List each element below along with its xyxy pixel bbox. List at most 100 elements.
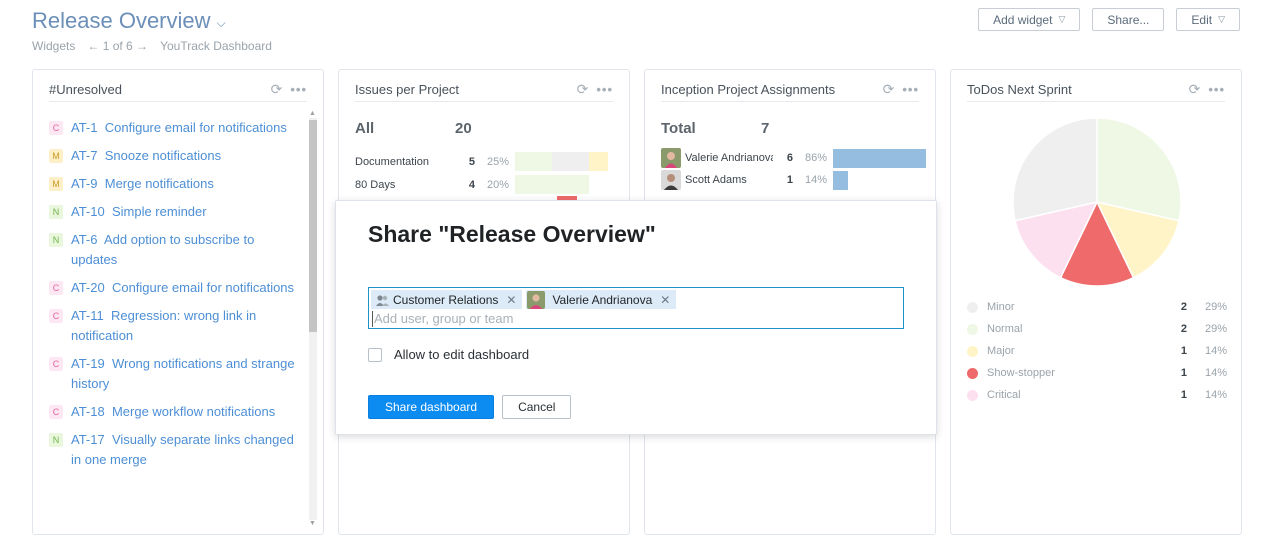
project-percent: 25% <box>486 155 509 168</box>
share-dashboard-button[interactable]: Share dashboard <box>368 395 495 419</box>
assignee-row[interactable]: Valerie Andrianova 6 86% <box>661 148 926 168</box>
legend-count: 1 <box>1180 345 1187 357</box>
issue-link[interactable]: AT-7 Snooze notifications <box>71 146 301 166</box>
assignee-row[interactable]: Scott Adams 1 14% <box>661 170 848 190</box>
chart-legend: Minor 2 29% Normal 2 29% Major 1 14% Show-stopper… <box>967 296 1227 406</box>
legend-item[interactable]: Normal 2 29% <box>967 318 1227 340</box>
issue-id: AT-6 <box>71 232 98 247</box>
share-dialog: Share "Release Overview" Customer Relati… <box>335 200 937 435</box>
issue-link[interactable]: AT-20 Configure email for notifications <box>71 278 301 298</box>
recipient-chip[interactable]: Customer Relations ✕ <box>371 290 523 309</box>
legend-item[interactable]: Major 1 14% <box>967 340 1227 362</box>
woman-avatar <box>661 148 681 168</box>
issue-link[interactable]: AT-19 Wrong notifications and strange hi… <box>71 354 301 394</box>
widget-title: #Unresolved <box>49 82 122 97</box>
assignee-bar <box>833 148 926 168</box>
legend-item[interactable]: Critical 1 14% <box>967 384 1227 406</box>
legend-percent: 14% <box>1204 345 1227 357</box>
cancel-button[interactable]: Cancel <box>502 395 572 419</box>
dashboard-title-dropdown[interactable]: Release Overview ⌵ <box>32 8 226 34</box>
allow-edit-checkbox[interactable] <box>368 347 382 362</box>
project-percent: 20% <box>486 178 509 191</box>
pie-slice-minor[interactable] <box>1012 117 1098 222</box>
toolbar: Add widget ▽ Share... Edit ▽ <box>978 8 1240 31</box>
legend-percent: 29% <box>1204 323 1227 335</box>
issue-link[interactable]: AT-11 Regression: wrong link in notifica… <box>71 306 301 346</box>
pie-chart <box>1012 117 1182 287</box>
issue-item[interactable]: N AT-10 Simple reminder <box>49 202 301 222</box>
more-icon[interactable]: ••• <box>902 82 919 97</box>
issue-id: AT-9 <box>71 176 98 191</box>
issue-item[interactable]: C AT-18 Merge workflow notifications <box>49 402 301 422</box>
chevron-down-icon: ▽ <box>1058 14 1066 24</box>
issue-item[interactable]: C AT-19 Wrong notifications and strange h… <box>49 354 301 394</box>
issue-item[interactable]: N AT-17 Visually separate links changed i… <box>49 430 301 470</box>
legend-item[interactable]: Minor 2 29% <box>967 296 1227 318</box>
refresh-icon[interactable]: ⟳ <box>883 81 895 98</box>
allow-edit-checkbox-row[interactable]: Allow to edit dashboard <box>368 347 529 362</box>
issue-link[interactable]: AT-18 Merge workflow notifications <box>71 402 301 422</box>
issue-summary: Add option to subscribe to updates <box>71 232 255 267</box>
remove-chip-icon[interactable]: ✕ <box>506 293 516 307</box>
dashboard-page: Release Overview ⌵ Widgets ← 1 of 6 → Yo… <box>0 0 1272 552</box>
issue-link[interactable]: AT-6 Add option to subscribe to updates <box>71 230 301 270</box>
issue-id: AT-17 <box>71 432 105 447</box>
issue-link[interactable]: AT-17 Visually separate links changed in… <box>71 430 301 470</box>
chip-label: Valerie Andrianova <box>552 292 653 307</box>
share-button[interactable]: Share... <box>1092 8 1165 31</box>
assignee-name: Valerie Andrianova <box>685 152 773 164</box>
legend-swatch <box>967 367 978 379</box>
scrollbar[interactable]: ▲ ▼ <box>307 110 317 530</box>
priority-badge: C <box>49 405 63 419</box>
refresh-icon[interactable]: ⟳ <box>577 81 589 98</box>
legend-label: Minor <box>987 301 1015 313</box>
more-icon[interactable]: ••• <box>596 82 613 97</box>
legend-swatch <box>967 301 978 313</box>
issue-link[interactable]: AT-1 Configure email for notifications <box>71 118 301 138</box>
breadcrumb-pager[interactable]: ← 1 of 6 → <box>87 39 148 53</box>
recipient-placeholder[interactable]: Add user, group or team <box>372 311 513 327</box>
issue-link[interactable]: AT-10 Simple reminder <box>71 202 301 222</box>
more-icon[interactable]: ••• <box>290 82 307 97</box>
issue-id: AT-11 <box>71 308 104 323</box>
issue-link[interactable]: AT-9 Merge notifications <box>71 174 301 194</box>
assignee-percent: 86% <box>804 152 827 164</box>
assignee-name: Scott Adams <box>685 174 747 186</box>
widget-title: Inception Project Assignments <box>661 82 836 97</box>
recipient-chip[interactable]: Valerie Andrianova ✕ <box>526 290 677 309</box>
issue-summary: Wrong notifications and strange history <box>71 356 295 391</box>
scroll-up-arrow-icon[interactable]: ▲ <box>309 110 316 117</box>
breadcrumb-dashboard[interactable]: YouTrack Dashboard <box>160 39 272 53</box>
issue-id: AT-1 <box>71 120 98 135</box>
more-icon[interactable]: ••• <box>1208 82 1225 97</box>
issue-item[interactable]: M AT-7 Snooze notifications <box>49 146 301 166</box>
chip-label: Customer Relations <box>393 292 499 307</box>
scroll-down-arrow-icon[interactable]: ▼ <box>309 520 316 527</box>
issue-summary: Snooze notifications <box>104 148 222 163</box>
edit-button[interactable]: Edit ▽ <box>1176 8 1240 31</box>
priority-badge: C <box>49 309 63 323</box>
legend-item[interactable]: Show-stopper 1 14% <box>967 362 1227 384</box>
issue-id: AT-7 <box>71 148 98 163</box>
project-row[interactable]: 80 Days 4 20% <box>355 175 589 194</box>
issue-item[interactable]: C AT-20 Configure email for notifications <box>49 278 301 298</box>
legend-percent: 14% <box>1204 367 1227 379</box>
project-row[interactable]: Documentation 5 25% <box>355 152 608 171</box>
breadcrumb: Widgets ← 1 of 6 → YouTrack Dashboard <box>32 39 272 53</box>
issue-item[interactable]: C AT-11 Regression: wrong link in notific… <box>49 306 301 346</box>
issue-item[interactable]: M AT-9 Merge notifications <box>49 174 301 194</box>
scrollbar-thumb[interactable] <box>309 120 317 332</box>
legend-count: 1 <box>1180 389 1187 401</box>
issue-item[interactable]: N AT-6 Add option to subscribe to updates <box>49 230 301 270</box>
total-label: All <box>355 120 375 137</box>
project-bar-segment <box>589 152 608 171</box>
refresh-icon[interactable]: ⟳ <box>1189 81 1201 98</box>
issue-item[interactable]: C AT-1 Configure email for notifications <box>49 118 301 138</box>
refresh-icon[interactable]: ⟳ <box>271 81 283 98</box>
add-widget-button[interactable]: Add widget ▽ <box>978 8 1081 31</box>
breadcrumb-widgets[interactable]: Widgets <box>32 39 75 53</box>
remove-chip-icon[interactable]: ✕ <box>660 293 670 307</box>
share-recipients-input[interactable]: Customer Relations ✕ Valerie Andrianova … <box>368 287 904 329</box>
widget-title: ToDos Next Sprint <box>967 82 1072 97</box>
assignee-count: 6 <box>786 152 793 164</box>
